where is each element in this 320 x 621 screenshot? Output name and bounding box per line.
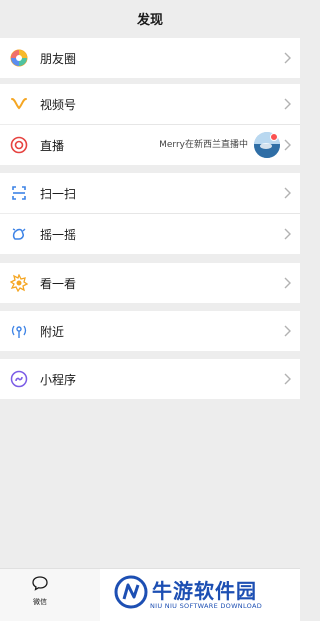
top-stories-icon <box>10 274 28 292</box>
nearby-label: 附近 <box>40 324 65 339</box>
chevron-right-icon <box>284 139 291 151</box>
watermark-title: 牛游软件园 <box>152 579 257 603</box>
moments-label: 朋友圈 <box>40 51 77 66</box>
watermark-subtitle: NIU NIU SOFTWARE DOWNLOAD <box>150 602 263 610</box>
watermark-logo <box>114 575 148 609</box>
chevron-right-icon <box>284 52 291 64</box>
menu-item-channels[interactable]: 视频号 <box>0 84 300 124</box>
live-label: 直播 <box>40 138 65 153</box>
channels-label: 视频号 <box>40 97 77 112</box>
live-icon <box>10 136 28 154</box>
page-title: 发现 <box>136 12 163 28</box>
scan-icon <box>10 184 28 202</box>
shake-label: 摇一摇 <box>40 227 77 242</box>
menu-item-nearby[interactable]: 附近 <box>0 311 300 351</box>
shake-icon <box>10 225 28 243</box>
tab-chats[interactable]: 微信 <box>20 575 60 607</box>
chat-bubble-icon <box>32 576 48 591</box>
nearby-icon <box>10 322 28 340</box>
chevron-right-icon <box>284 98 291 110</box>
channels-icon <box>10 95 28 113</box>
menu-item-mini-programs[interactable]: 小程序 <box>0 359 300 399</box>
tab-bar: 微信 牛游软件园 NIU NIU SOFTWARE DOWNLOAD <box>0 568 300 621</box>
watermark: 牛游软件园 NIU NIU SOFTWARE DOWNLOAD <box>100 569 300 621</box>
moments-icon <box>10 49 28 67</box>
mini-programs-label: 小程序 <box>40 372 77 387</box>
live-badge <box>270 133 278 141</box>
chevron-right-icon <box>284 228 291 240</box>
chevron-right-icon <box>284 277 291 289</box>
menu-item-moments[interactable]: 朋友圈 <box>0 38 300 78</box>
live-subtitle: Merry在新西兰直播中 <box>159 140 248 150</box>
mini-programs-icon <box>10 370 28 388</box>
tab-chats-label: 微信 <box>33 598 47 606</box>
menu-item-shake[interactable]: 摇一摇 <box>0 214 300 254</box>
chevron-right-icon <box>284 187 291 199</box>
chevron-right-icon <box>284 373 291 385</box>
top-bar: 发现 <box>0 0 300 36</box>
menu-item-live[interactable]: 直播 Merry在新西兰直播中 <box>0 125 300 165</box>
menu-item-scan[interactable]: 扫一扫 <box>0 173 300 213</box>
scan-label: 扫一扫 <box>40 186 77 201</box>
chevron-right-icon <box>284 325 291 337</box>
top-stories-label: 看一看 <box>40 276 77 291</box>
menu-item-top-stories[interactable]: 看一看 <box>0 263 300 303</box>
